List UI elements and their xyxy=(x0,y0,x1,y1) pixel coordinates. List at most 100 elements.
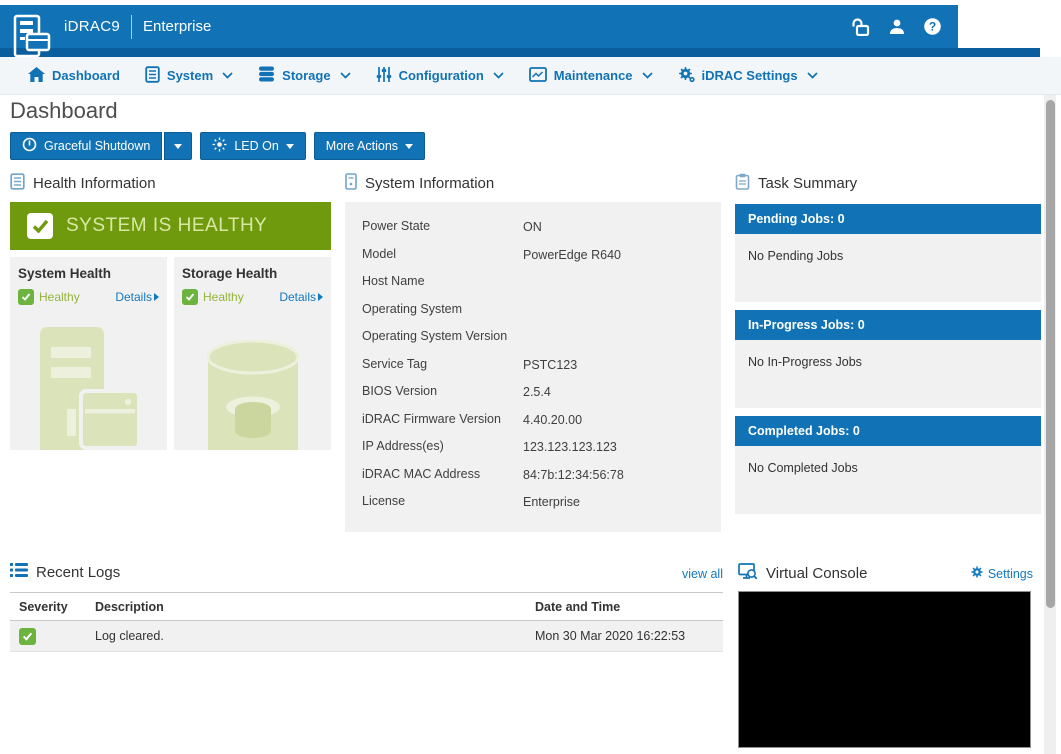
system-info-row: License Enterprise xyxy=(345,488,721,516)
system-health-card: System Health Healthy Details xyxy=(10,257,167,450)
info-label: Operating System Version xyxy=(345,323,523,351)
info-label: iDRAC Firmware Version xyxy=(345,406,523,434)
completed-jobs-body: No Completed Jobs xyxy=(735,446,1041,514)
info-label: BIOS Version xyxy=(345,378,523,406)
info-value: 84:7b:12:34:56:78 xyxy=(523,461,721,489)
health-info-icon xyxy=(10,173,25,194)
task-group-message: No Completed Jobs xyxy=(748,461,858,475)
banner-text: SYSTEM IS HEALTHY xyxy=(66,215,267,237)
nav-label: Storage xyxy=(282,68,330,83)
storage-health-details-link[interactable]: Details xyxy=(279,290,323,304)
system-info-row: iDRAC Firmware Version 4.40.20.00 xyxy=(345,406,721,434)
section-title: Health Information xyxy=(33,175,156,192)
virtual-console-preview[interactable] xyxy=(738,591,1031,748)
led-sun-icon xyxy=(212,137,227,155)
help-icon[interactable]: ? xyxy=(923,17,942,36)
info-value xyxy=(523,323,721,351)
server-icon xyxy=(145,66,160,86)
health-status: Healthy xyxy=(203,290,274,304)
gears-icon xyxy=(678,66,695,86)
inprogress-jobs-body: No In-Progress Jobs xyxy=(735,340,1041,408)
task-group-message: No Pending Jobs xyxy=(748,249,843,263)
nav-maintenance[interactable]: Maintenance xyxy=(529,67,653,85)
console-settings-link[interactable]: Settings xyxy=(970,565,1033,582)
recent-logs-table: Severity Description Date and Time Log c… xyxy=(10,592,723,652)
brand-divider xyxy=(131,15,132,39)
nav-idrac-settings[interactable]: iDRAC Settings xyxy=(678,66,818,86)
console-monitor-icon xyxy=(738,563,758,584)
severity-ok-icon xyxy=(19,628,36,645)
graceful-shutdown-button[interactable]: Graceful Shutdown xyxy=(10,132,162,160)
graceful-shutdown-label: Graceful Shutdown xyxy=(44,139,150,153)
settings-label: Settings xyxy=(988,567,1033,581)
home-icon xyxy=(28,67,45,85)
info-label: License xyxy=(345,488,523,516)
info-value: 123.123.123.123 xyxy=(523,433,721,461)
more-actions-button[interactable]: More Actions xyxy=(314,132,425,160)
storage-icon xyxy=(258,66,275,85)
info-label: IP Address(es) xyxy=(345,433,523,461)
health-information-header: Health Information xyxy=(10,173,156,194)
pending-jobs-bar: Pending Jobs: 0 xyxy=(735,204,1041,234)
page-title: Dashboard xyxy=(10,98,118,124)
scrollbar-thumb[interactable] xyxy=(1046,100,1055,608)
task-group-header: Completed Jobs: 0 xyxy=(748,424,860,438)
pending-jobs-body: No Pending Jobs xyxy=(735,234,1041,302)
info-label: Power State xyxy=(345,213,523,241)
action-toolbar: Graceful Shutdown LED On More Actions xyxy=(10,132,425,160)
graceful-shutdown-dropdown-button[interactable] xyxy=(164,132,192,160)
info-label: Operating System xyxy=(345,296,523,324)
system-info-row: Host Name xyxy=(345,268,721,296)
system-information-panel: Power State ON Model PowerEdge R640 Host… xyxy=(345,202,721,532)
section-title: System Information xyxy=(365,175,494,192)
led-on-button[interactable]: LED On xyxy=(200,132,305,160)
header-actions: ? xyxy=(851,17,958,36)
task-group-message: No In-Progress Jobs xyxy=(748,355,862,369)
chart-frame-icon xyxy=(529,67,547,85)
column-description: Description xyxy=(95,600,535,614)
system-info-row: Service Tag PSTC123 xyxy=(345,351,721,379)
completed-jobs-bar: Completed Jobs: 0 xyxy=(735,416,1041,446)
nav-storage[interactable]: Storage xyxy=(258,66,350,85)
chevron-down-icon xyxy=(222,72,233,79)
log-table-row[interactable]: Log cleared. Mon 30 Mar 2020 16:22:53 xyxy=(10,621,723,652)
unlock-icon[interactable] xyxy=(851,18,871,36)
info-value: PSTC123 xyxy=(523,351,721,379)
details-arrow-icon xyxy=(318,293,323,301)
graceful-shutdown-split-button: Graceful Shutdown xyxy=(10,132,192,160)
card-title: Storage Health xyxy=(182,266,323,281)
system-info-icon xyxy=(345,173,357,194)
nav-dashboard[interactable]: Dashboard xyxy=(28,67,120,85)
check-icon xyxy=(18,289,34,305)
info-value: 4.40.20.00 xyxy=(523,406,721,434)
info-value xyxy=(523,296,721,324)
system-information-header: System Information xyxy=(345,173,494,194)
idrac-dashboard-screen: iDRAC9 Enterprise ? xyxy=(0,0,1061,754)
nav-label: Dashboard xyxy=(52,68,120,83)
nav-configuration[interactable]: Configuration xyxy=(376,66,504,86)
system-health-details-link[interactable]: Details xyxy=(115,290,159,304)
details-label: Details xyxy=(115,290,152,304)
system-info-row: Model PowerEdge R640 xyxy=(345,241,721,269)
system-info-row: IP Address(es) 123.123.123.123 xyxy=(345,433,721,461)
system-info-row: Operating System Version xyxy=(345,323,721,351)
section-title: Recent Logs xyxy=(36,564,120,581)
nav-system[interactable]: System xyxy=(145,66,233,86)
task-group-header: Pending Jobs: 0 xyxy=(748,212,845,226)
chevron-down-icon xyxy=(493,72,504,79)
user-icon[interactable] xyxy=(888,18,906,36)
top-header-bar: iDRAC9 Enterprise ? xyxy=(0,5,958,48)
clipboard-icon xyxy=(735,173,750,194)
column-datetime: Date and Time xyxy=(535,600,723,614)
info-label: Model xyxy=(345,241,523,269)
view-all-link[interactable]: view all xyxy=(682,567,723,581)
card-title: System Health xyxy=(18,266,159,281)
power-icon xyxy=(22,137,37,155)
section-title: Virtual Console xyxy=(766,565,867,582)
log-datetime: Mon 30 Mar 2020 16:22:53 xyxy=(535,629,723,643)
storage-health-card: Storage Health Healthy Details xyxy=(174,257,331,450)
health-status: Healthy xyxy=(39,290,110,304)
header-accent-strip xyxy=(0,48,1040,57)
details-label: Details xyxy=(279,290,316,304)
healthy-checkbox-icon xyxy=(27,213,53,239)
